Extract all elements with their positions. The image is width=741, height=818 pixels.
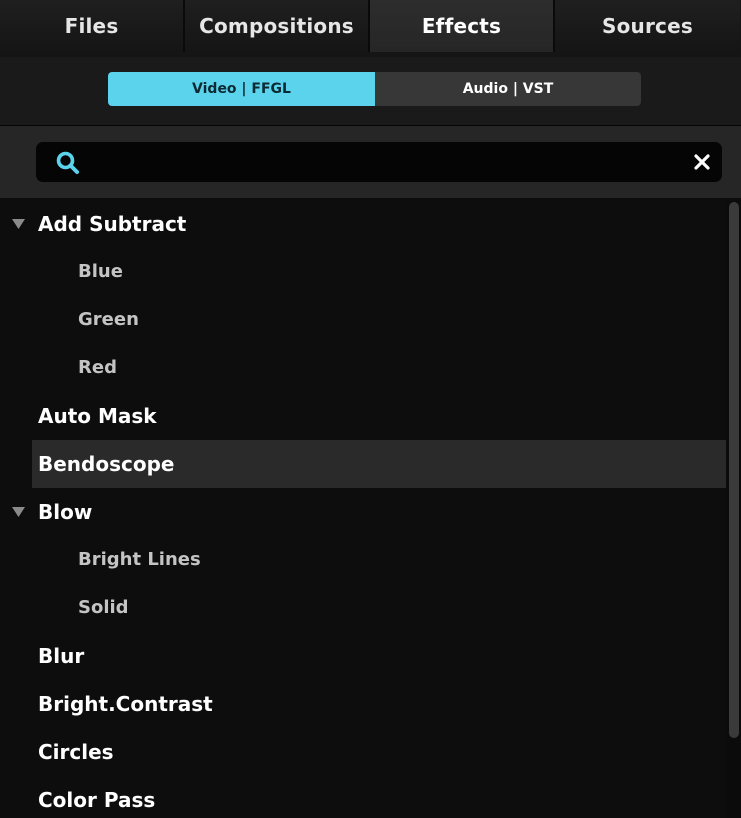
list-item-label: Red: [78, 357, 117, 378]
list-item-label: Circles: [38, 740, 114, 764]
tab-sources[interactable]: Sources: [555, 0, 740, 52]
list-item-label: Bright.Contrast: [38, 692, 213, 716]
list-item-solid[interactable]: Solid: [0, 584, 726, 632]
tab-files[interactable]: Files: [0, 0, 185, 52]
search-input[interactable]: [92, 146, 686, 180]
list-group-blow[interactable]: Blow: [0, 488, 726, 536]
list-item-label: Bright Lines: [78, 549, 201, 570]
video-ffgl-toggle[interactable]: Video | FFGL: [108, 72, 375, 106]
list-item-label: Blur: [38, 644, 85, 668]
list-item-bright-lines[interactable]: Bright Lines: [0, 536, 726, 584]
list-item-bright-contrast[interactable]: Bright.Contrast: [0, 680, 726, 728]
list-item-color-pass[interactable]: Color Pass: [0, 776, 726, 818]
list-item-label: Color Pass: [38, 788, 156, 812]
list-item-label: Green: [78, 309, 139, 330]
list-item-label: Bendoscope: [38, 452, 175, 476]
list-item-red[interactable]: Red: [0, 344, 726, 392]
triangle-down-icon[interactable]: [12, 218, 25, 230]
list-item-label: Blue: [78, 261, 123, 282]
list-item-label: Solid: [78, 597, 129, 618]
search-icon: [56, 151, 79, 174]
list-item-label: Auto Mask: [38, 404, 157, 428]
list-item-label: Blow: [38, 500, 93, 524]
audio-vst-toggle[interactable]: Audio | VST: [375, 72, 641, 106]
close-icon[interactable]: [692, 152, 712, 172]
list-item-auto-mask[interactable]: Auto Mask: [0, 392, 726, 440]
scrollbar-thumb[interactable]: [729, 202, 739, 738]
list-item-label: Add Subtract: [38, 212, 187, 236]
effects-browser-panel: Files Compositions Effects Sources Video…: [0, 0, 741, 818]
tab-compositions[interactable]: Compositions: [185, 0, 370, 52]
list-item-blur[interactable]: Blur: [0, 632, 726, 680]
effects-list: Add Subtract Blue Green Red Auto Mask Be…: [0, 200, 726, 818]
list-item-blue[interactable]: Blue: [0, 248, 726, 296]
tab-effects[interactable]: Effects: [370, 0, 555, 52]
list-group-add-subtract[interactable]: Add Subtract: [0, 200, 726, 248]
list-item-circles[interactable]: Circles: [0, 728, 726, 776]
list-item-bendoscope[interactable]: Bendoscope: [0, 440, 726, 488]
list-item-green[interactable]: Green: [0, 296, 726, 344]
triangle-down-icon[interactable]: [12, 506, 25, 518]
tab-bar: Files Compositions Effects Sources: [0, 0, 741, 58]
